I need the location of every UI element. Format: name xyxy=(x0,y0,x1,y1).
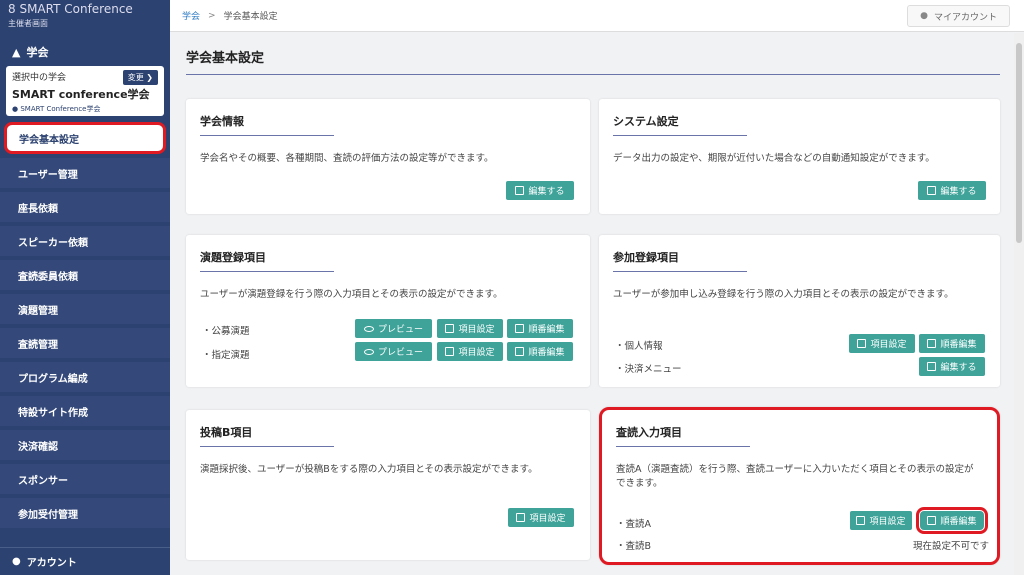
edit-icon xyxy=(927,186,937,195)
eye-icon xyxy=(363,325,374,332)
card-abstract-fields: 演題登録項目 ユーザーが演題登録を行う際の入力項目とその表示の設定ができます。 … xyxy=(186,235,590,387)
brand-logo[interactable]: 8 SMART Conference xyxy=(8,2,162,16)
sidebar-item-gakkai-kihon[interactable]: 学会基本設定 xyxy=(4,122,166,154)
row-label: ・公募演題 xyxy=(202,326,250,337)
card-desc: データ出力の設定や、期限が近付いた場合などの自動通知設定ができます。 xyxy=(613,153,935,164)
row-label: ・指定演題 xyxy=(202,350,250,361)
preview-button[interactable]: プレビュー xyxy=(355,342,432,361)
change-association-button[interactable]: 変更 ❯ xyxy=(122,70,158,85)
row-label: ・決済メニュー xyxy=(615,364,682,375)
card-desc: ユーザーが演題登録を行う際の入力項目とその表示の設定ができます。 xyxy=(200,289,503,300)
card-system-settings: システム設定 データ出力の設定や、期限が近付いた場合などの自動通知設定ができます… xyxy=(599,99,1000,214)
preview-button[interactable]: プレビュー xyxy=(355,319,432,338)
item-setting-button[interactable]: 項目設定 xyxy=(849,334,915,353)
sidebar-item-chair-request[interactable]: 座長依頼 xyxy=(0,192,170,222)
card-title: 査読入力項目 xyxy=(616,424,750,447)
edit-icon xyxy=(445,347,455,356)
edit-icon xyxy=(927,339,937,348)
sidebar-item-site[interactable]: 特設サイト作成 xyxy=(0,396,170,426)
breadcrumb-root[interactable]: 学会 xyxy=(182,9,200,22)
row-label: ・査読A xyxy=(616,519,651,530)
eye-icon xyxy=(363,348,374,355)
page-title: 学会基本設定 xyxy=(186,47,1000,75)
item-setting-button[interactable]: 項目設定 xyxy=(437,342,503,361)
order-edit-button[interactable]: 順番編集 xyxy=(507,342,573,361)
card-title: 参加登録項目 xyxy=(613,249,747,272)
sidebar-menu: 学会基本設定 ユーザー管理 座長依頼 スピーカー依頼 査読委員依頼 演題管理 査… xyxy=(0,122,170,528)
card-title: 投稿B項目 xyxy=(200,424,334,447)
sidebar-item-reviewer-request[interactable]: 査読委員依頼 xyxy=(0,260,170,290)
scrollbar-thumb[interactable] xyxy=(1016,43,1022,243)
edit-icon xyxy=(515,186,525,195)
item-setting-button[interactable]: 項目設定 xyxy=(437,319,503,338)
card-desc: 査読A（演題査読）を行う際、査読ユーザーに入力いただく項目とその表示の設定ができ… xyxy=(616,464,974,489)
topbar: 学会 > 学会基本設定 ● マイアカウント xyxy=(170,0,1024,32)
sidebar-item-payments[interactable]: 決済確認 xyxy=(0,430,170,460)
order-edit-button[interactable]: 順番編集 xyxy=(916,507,988,534)
sidebar-section-gakkai: ▲ 学会 xyxy=(12,45,49,60)
sidebar-item-reviews[interactable]: 査読管理 xyxy=(0,328,170,358)
user-icon: ● xyxy=(920,11,928,21)
row-label: ・個人情報 xyxy=(615,341,663,352)
sidebar-item-speaker-request[interactable]: スピーカー依頼 xyxy=(0,226,170,256)
card-desc: 演題採択後、ユーザーが投稿Bをする際の入力項目とその表示設定ができます。 xyxy=(200,464,538,475)
association-sub: ● SMART Conference学会 xyxy=(12,105,101,113)
card-gakkai-info: 学会情報 学会名やその概要、各種期間、査読の評価方法の設定等ができます。 編集す… xyxy=(186,99,590,214)
edit-button[interactable]: 編集する xyxy=(918,181,986,200)
breadcrumb-separator: > xyxy=(208,10,216,21)
edit-icon xyxy=(515,324,525,333)
brand: 8 SMART Conference 主催者画面 xyxy=(0,0,170,38)
card-submission-b-fields: 投稿B項目 演題採択後、ユーザーが投稿Bをする際の入力項目とその表示設定ができま… xyxy=(186,410,590,560)
edit-button[interactable]: 編集する xyxy=(506,181,574,200)
edit-icon xyxy=(927,362,937,371)
edit-button[interactable]: 編集する xyxy=(919,357,985,376)
my-account-button[interactable]: ● マイアカウント xyxy=(907,5,1010,27)
association-selector: 選択中の学会 変更 ❯ SMART conference学会 ● SMART C… xyxy=(6,66,164,116)
main-content: 学会基本設定 学会情報 学会名やその概要、各種期間、査読の評価方法の設定等ができ… xyxy=(170,33,1010,575)
order-edit-button[interactable]: 順番編集 xyxy=(919,334,985,353)
brand-sub: 主催者画面 xyxy=(8,19,48,28)
edit-icon xyxy=(857,339,867,348)
sidebar-item-sponsors[interactable]: スポンサー xyxy=(0,464,170,494)
item-setting-button[interactable]: 項目設定 xyxy=(508,508,574,527)
card-desc: 学会名やその概要、各種期間、査読の評価方法の設定等ができます。 xyxy=(200,153,494,164)
card-desc: ユーザーが参加申し込み登録を行う際の入力項目とその表示の設定ができます。 xyxy=(613,289,954,300)
podium-icon: ▲ xyxy=(12,45,21,59)
row-label: ・査読B xyxy=(616,541,652,552)
sidebar-account[interactable]: ● アカウント xyxy=(0,547,170,575)
card-title: 演題登録項目 xyxy=(200,249,334,272)
sidebar-item-users[interactable]: ユーザー管理 xyxy=(0,158,170,188)
logo-icon: 8 xyxy=(8,2,20,16)
card-title: システム設定 xyxy=(613,113,747,136)
card-title: 学会情報 xyxy=(200,113,334,136)
edit-icon xyxy=(927,516,937,525)
breadcrumb-current: 学会基本設定 xyxy=(223,12,278,22)
order-edit-button[interactable]: 順番編集 xyxy=(507,319,573,338)
edit-icon xyxy=(515,347,525,356)
card-registration-fields: 参加登録項目 ユーザーが参加申し込み登録を行う際の入力項目とその表示の設定ができ… xyxy=(599,235,1000,387)
scrollbar[interactable] xyxy=(1014,33,1024,575)
item-setting-button[interactable]: 項目設定 xyxy=(850,511,912,530)
edit-icon xyxy=(516,513,526,522)
edit-icon xyxy=(445,324,455,333)
unavailable-note: 現在設定不可です xyxy=(912,541,989,552)
association-name: SMART conference学会 xyxy=(12,88,150,101)
sidebar-item-abstracts[interactable]: 演題管理 xyxy=(0,294,170,324)
sidebar-item-program[interactable]: プログラム編成 xyxy=(0,362,170,392)
sidebar: 8 SMART Conference 主催者画面 ▲ 学会 選択中の学会 変更 … xyxy=(0,0,170,575)
card-review-fields: 査読入力項目 査読A（演題査読）を行う際、査読ユーザーに入力いただく項目とその表… xyxy=(599,407,1000,565)
account-icon: ● xyxy=(12,556,21,567)
edit-icon xyxy=(856,516,866,525)
sidebar-item-reception[interactable]: 参加受付管理 xyxy=(0,498,170,528)
